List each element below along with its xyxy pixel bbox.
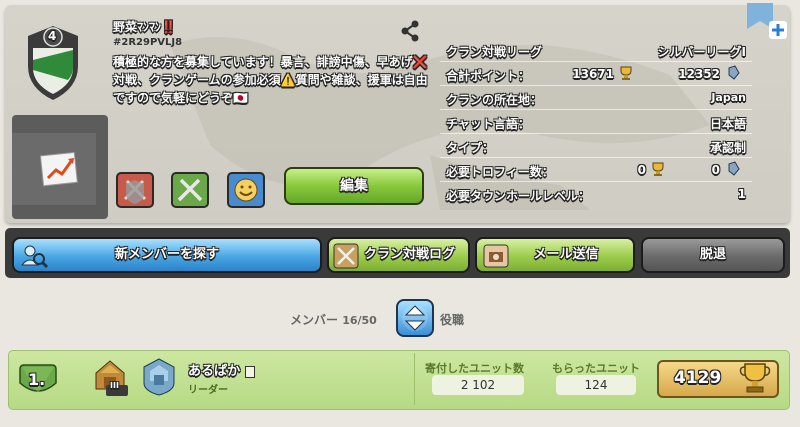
stat-label: 必要タウンホールレベル： — [446, 189, 591, 203]
received-label: もらったユニット — [552, 362, 640, 375]
sort-label: 役職 — [440, 313, 465, 327]
donated-label: 寄付したユニット数 — [425, 362, 524, 375]
stat-value: 0 — [711, 163, 720, 177]
stat-required-townhall: 必要タウンホールレベル： 1 — [440, 182, 752, 206]
builder-trophy-icon — [728, 65, 740, 80]
stat-value: 0 — [637, 163, 646, 177]
mail-label: メール送信 — [533, 247, 599, 262]
bookmark-add-icon[interactable] — [745, 3, 790, 43]
town-hall-icon — [95, 360, 128, 396]
town-hall-level: III — [110, 381, 119, 390]
find-members-label: 新メンバーを探す — [114, 247, 219, 262]
members-header: メンバー 16/50 — [290, 311, 377, 328]
friendly-button[interactable] — [227, 172, 265, 208]
stat-label: クラン対戦リーグ — [446, 45, 543, 59]
crossed-swords-icon — [177, 178, 203, 202]
members-count: 16/50 — [342, 314, 377, 327]
stat-label: タイプ： — [446, 141, 495, 155]
stat-type: タイプ： 承認制 — [440, 134, 752, 158]
war-preference-button[interactable] — [116, 172, 154, 208]
leave-button[interactable]: 脱退 — [641, 237, 785, 273]
stat-total-points: 合計ポイント： 13671 12352 — [440, 62, 752, 86]
sort-arrows-icon — [402, 305, 428, 331]
war-attack-button[interactable] — [171, 172, 209, 208]
sort-button[interactable] — [396, 299, 434, 337]
war-log-button[interactable]: クラン対戦ログ — [327, 237, 470, 273]
crossed-swords-icon — [333, 243, 359, 269]
stat-label: 合計ポイント： — [446, 69, 531, 83]
smiley-icon — [234, 178, 258, 202]
received-value: 124 — [556, 375, 636, 395]
stat-required-trophies: 必要トロフィー数： 0 0 — [440, 158, 752, 182]
stat-value: 12352 — [678, 67, 720, 81]
stat-value: Japan — [711, 91, 746, 104]
chart-icon[interactable] — [40, 150, 80, 188]
stat-label: 必要トロフィー数： — [446, 165, 554, 179]
clan-level: 4 — [48, 29, 57, 43]
stat-value: 13671 — [572, 67, 614, 81]
stat-value: 日本語 — [709, 117, 746, 131]
trophy-icon — [739, 363, 771, 393]
stat-value: 承認制 — [709, 141, 746, 155]
member-name: あるぱか — [188, 360, 255, 379]
share-icon[interactable] — [400, 20, 420, 42]
mail-button[interactable]: メール送信 — [475, 237, 635, 273]
trophy-icon — [652, 162, 664, 176]
edit-button[interactable]: 編集 — [284, 167, 424, 205]
league-icon — [143, 358, 175, 396]
trophy-count: 4129 — [674, 368, 722, 388]
stat-war-league: クラン対戦リーグ シルバーリーグI — [440, 38, 752, 62]
divider — [414, 353, 415, 405]
member-role: リーダー — [188, 385, 228, 396]
trophy-icon — [620, 66, 632, 80]
find-members-button[interactable]: 新メンバーを探す — [12, 237, 322, 273]
note-icon — [244, 365, 255, 378]
stat-value: シルバーリーグI — [657, 45, 746, 59]
stat-label: クランの所在地： — [446, 93, 543, 107]
clan-description: 積極的な方を募集しています！暴言、誹謗中傷、早あげ❌ 対戦、クランゲームの参加必… — [113, 55, 428, 105]
stat-location: クランの所在地： Japan — [440, 86, 752, 110]
stat-label: チャット言語： — [446, 117, 530, 131]
builder-trophy-icon — [728, 161, 740, 176]
members-label: メンバー — [290, 313, 339, 327]
stat-chat-language: チャット言語： 日本語 — [440, 110, 752, 134]
stat-value: 1 — [737, 187, 746, 201]
mail-icon — [483, 244, 509, 268]
donated-value: 2 102 — [432, 375, 524, 395]
clan-tag: #2R29PVLJ8 — [113, 37, 183, 48]
crossed-swords-icon — [123, 179, 147, 204]
member-rank: 1. — [28, 370, 46, 389]
member-name-text: あるぱか — [188, 364, 241, 379]
search-members-icon — [20, 245, 48, 269]
clan-stats: クラン対戦リーグ シルバーリーグI 合計ポイント： 13671 12352 クラ… — [440, 38, 752, 206]
clan-name: 野菜ﾏﾝﾏﾝ‼️ — [113, 20, 176, 34]
